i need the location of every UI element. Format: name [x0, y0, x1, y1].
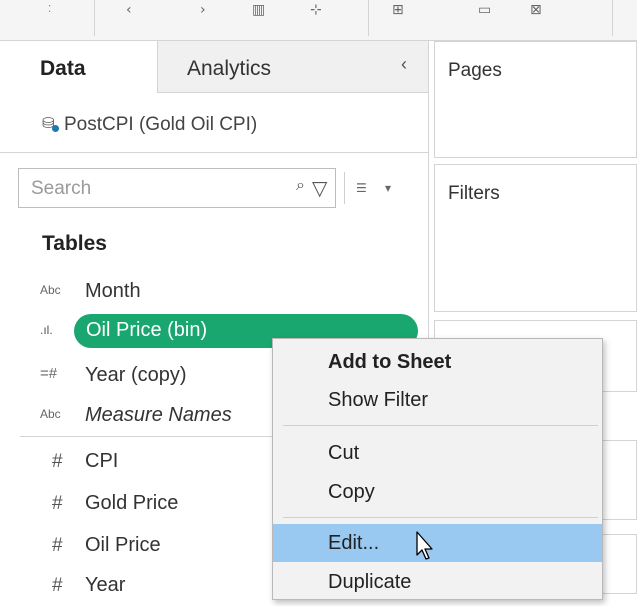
filter-icon[interactable]: ▽: [312, 176, 327, 200]
menu-item-add-to-sheet[interactable]: Add to Sheet: [273, 343, 602, 381]
toolbar-separator: [94, 0, 95, 36]
menu-item-duplicate[interactable]: Duplicate: [273, 563, 602, 601]
menu-item-cut[interactable]: Cut: [273, 434, 602, 472]
menu-item-label: Copy: [328, 481, 375, 503]
field-month[interactable]: Abc Month: [0, 272, 428, 312]
undo-icon[interactable]: ‹: [126, 3, 132, 17]
redo-icon[interactable]: ›: [200, 3, 206, 17]
clear-sheet-icon[interactable]: ⊠: [530, 3, 542, 17]
menu-separator: [283, 425, 598, 426]
field-name: Oil Price (bin): [86, 319, 208, 341]
menu-item-show-filter[interactable]: Show Filter: [273, 381, 602, 419]
tab-data-label: Data: [40, 57, 86, 80]
collapse-panel-icon[interactable]: ‹: [401, 54, 407, 75]
show-start-icon[interactable]: ⁚: [48, 4, 51, 16]
filters-shelf[interactable]: Filters: [434, 164, 637, 312]
mouse-pointer-icon: [416, 531, 433, 560]
field-name: Measure Names: [85, 404, 232, 426]
menu-item-label: Add to Sheet: [328, 351, 452, 373]
menu-item-label: Duplicate: [328, 571, 412, 593]
new-datasource-icon[interactable]: ▥: [252, 3, 265, 17]
toolbar: ⁚ ‹ › ▥ ⊹ ⊞ ▭ ⊠: [0, 0, 637, 41]
datasource-row[interactable]: ⛁ PostCPI (Gold Oil CPI): [0, 94, 428, 153]
search-input[interactable]: [19, 169, 283, 209]
bin-type-icon: .ıl.: [40, 323, 53, 337]
tab-data[interactable]: Data: [0, 41, 157, 93]
menu-separator: [283, 517, 598, 518]
tab-analytics[interactable]: Analytics ‹: [157, 41, 428, 93]
datasource-name: PostCPI (Gold Oil CPI): [64, 114, 258, 135]
pages-shelf-label: Pages: [448, 60, 502, 81]
datasource-status-icon: [52, 125, 59, 132]
search-box: ⌕: [18, 168, 336, 209]
chevron-down-icon[interactable]: ▾: [385, 181, 391, 195]
new-dashboard-icon[interactable]: ⊞: [392, 3, 404, 17]
field-name: CPI: [85, 450, 119, 472]
number-type-icon: #: [52, 493, 63, 514]
menu-item-edit[interactable]: Edit...: [273, 524, 602, 562]
tables-heading: Tables: [42, 232, 107, 255]
field-name: Gold Price: [85, 492, 179, 514]
search-icon[interactable]: ⌕: [296, 177, 305, 195]
field-name: Month: [85, 280, 141, 302]
menu-item-label: Show Filter: [328, 389, 429, 411]
duplicate-icon[interactable]: ▭: [478, 3, 491, 17]
field-name: Year (copy): [85, 364, 187, 386]
menu-item-copy[interactable]: Copy: [273, 473, 602, 511]
search-separator: [344, 172, 345, 204]
string-type-icon: Abc: [40, 283, 61, 297]
view-list-icon[interactable]: ☰: [356, 181, 367, 195]
filters-shelf-label: Filters: [448, 183, 500, 204]
tab-analytics-label: Analytics: [187, 57, 272, 80]
number-type-icon: #: [52, 451, 63, 472]
menu-item-label: Cut: [328, 442, 360, 464]
add-sheet-icon[interactable]: ⊹: [310, 3, 322, 17]
number-type-icon: #: [52, 535, 63, 556]
context-menu: Add to Sheet Show Filter Cut Copy Edit..…: [272, 338, 603, 600]
pages-shelf[interactable]: Pages: [434, 41, 637, 158]
toolbar-separator: [612, 0, 613, 36]
calculated-number-type-icon: =#: [40, 365, 58, 382]
menu-item-label: Edit...: [328, 532, 380, 554]
string-type-icon: Abc: [40, 407, 61, 421]
field-name: Oil Price: [85, 534, 161, 556]
toolbar-separator: [368, 0, 369, 36]
